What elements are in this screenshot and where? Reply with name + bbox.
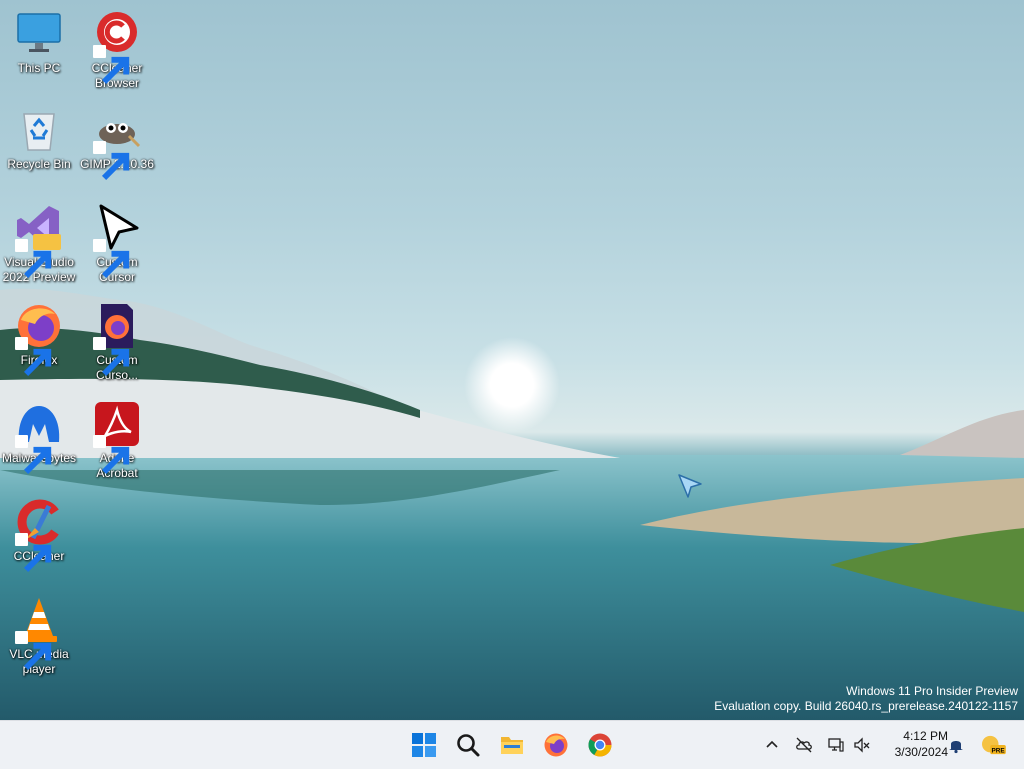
notifications-button[interactable]	[944, 733, 968, 757]
bell-icon	[949, 741, 963, 754]
taskbar: 4:12 PM 3/30/2024 PRE	[0, 720, 1024, 769]
watermark-edition: Windows 11 Pro Insider Preview	[846, 684, 1018, 698]
shortcut-arrow-icon	[93, 337, 130, 377]
chrome-icon	[588, 733, 612, 757]
ccleaner-browser-icon	[93, 10, 141, 85]
volume-muted-icon	[854, 737, 870, 753]
folder-icon	[501, 737, 523, 754]
desktop-icon-adobe-acrobat[interactable]: Adobe Acrobat	[78, 400, 156, 481]
firefox-icon	[15, 302, 63, 377]
acrobat-icon	[93, 400, 141, 475]
desktop-icon-malwarebytes[interactable]: Malwarebytes	[0, 400, 78, 475]
network-tray-button[interactable]	[824, 733, 848, 757]
desktop-icon-custom-cursor[interactable]: Custom Cursor	[78, 204, 156, 285]
show-hidden-icons-button[interactable]	[760, 733, 784, 757]
shortcut-arrow-icon	[15, 631, 52, 671]
onedrive-offline-icon	[796, 737, 812, 753]
desktop[interactable]: This PC CCleaner Browser Recycle Bin GIM…	[0, 0, 1024, 720]
recycle-bin-icon	[15, 106, 63, 154]
taskbar-search-button[interactable]	[452, 729, 484, 761]
malwarebytes-icon	[15, 400, 63, 475]
vlc-icon	[15, 596, 63, 671]
shortcut-arrow-icon	[15, 435, 52, 475]
cursor-arrow-icon	[93, 204, 141, 279]
volume-tray-button[interactable]	[850, 733, 874, 757]
search-icon	[457, 734, 480, 757]
insider-pre-icon: PRE	[982, 735, 1006, 754]
desktop-icon-firefox[interactable]: Firefox	[0, 302, 78, 377]
chevron-up-icon	[766, 740, 778, 748]
desktop-icon-gimp[interactable]: GIMP 2.10.36	[78, 106, 156, 181]
visual-studio-icon	[15, 204, 63, 279]
shortcut-arrow-icon	[93, 239, 130, 279]
shortcut-arrow-icon	[15, 337, 52, 377]
firefox-alt-icon	[93, 302, 141, 377]
shortcut-arrow-icon	[15, 239, 52, 279]
insider-badge-button[interactable]: PRE	[978, 733, 1008, 757]
desktop-icon-vlc[interactable]: VLC media player	[0, 596, 78, 677]
desktop-icon-ccleaner[interactable]: CCleaner	[0, 498, 78, 573]
taskbar-start-button[interactable]	[408, 729, 440, 761]
insider-build-watermark: Windows 11 Pro Insider Preview Evaluatio…	[714, 684, 1018, 714]
taskbar-chrome-button[interactable]	[584, 729, 616, 761]
shortcut-arrow-icon	[93, 435, 130, 475]
desktop-icon-visual-studio[interactable]: Visual Studio 2022 Preview	[0, 204, 78, 285]
firefox-icon	[544, 733, 568, 757]
monitor-icon	[15, 10, 63, 58]
taskbar-file-explorer-button[interactable]	[496, 729, 528, 761]
insider-badge-text: PRE	[991, 747, 1005, 754]
clock-date: 3/30/2024	[894, 745, 948, 759]
desktop-icon-custom-cursor-2[interactable]: Custom Curso...	[78, 302, 156, 383]
windows-start-icon	[412, 733, 436, 757]
onedrive-tray-button[interactable]	[792, 733, 816, 757]
desktop-icon-this-pc[interactable]: This PC	[0, 10, 78, 76]
clock-button[interactable]: 4:12 PM 3/30/2024	[878, 728, 948, 760]
desktop-icon-recycle-bin[interactable]: Recycle Bin	[0, 106, 78, 172]
network-icon	[828, 738, 844, 752]
shortcut-arrow-icon	[15, 533, 52, 573]
taskbar-firefox-button[interactable]	[540, 729, 572, 761]
shortcut-arrow-icon	[93, 141, 130, 181]
desktop-icon-label: Recycle Bin	[7, 157, 71, 171]
shortcut-arrow-icon	[93, 45, 130, 85]
clock-time: 4:12 PM	[903, 729, 948, 743]
gimp-icon	[93, 106, 141, 181]
mouse-pointer-icon	[678, 474, 702, 498]
watermark-build: Evaluation copy. Build 26040.rs_prerelea…	[714, 699, 1018, 713]
ccleaner-icon	[15, 498, 63, 573]
desktop-icon-label: This PC	[17, 61, 61, 75]
desktop-icon-ccleaner-browser[interactable]: CCleaner Browser	[78, 10, 156, 91]
